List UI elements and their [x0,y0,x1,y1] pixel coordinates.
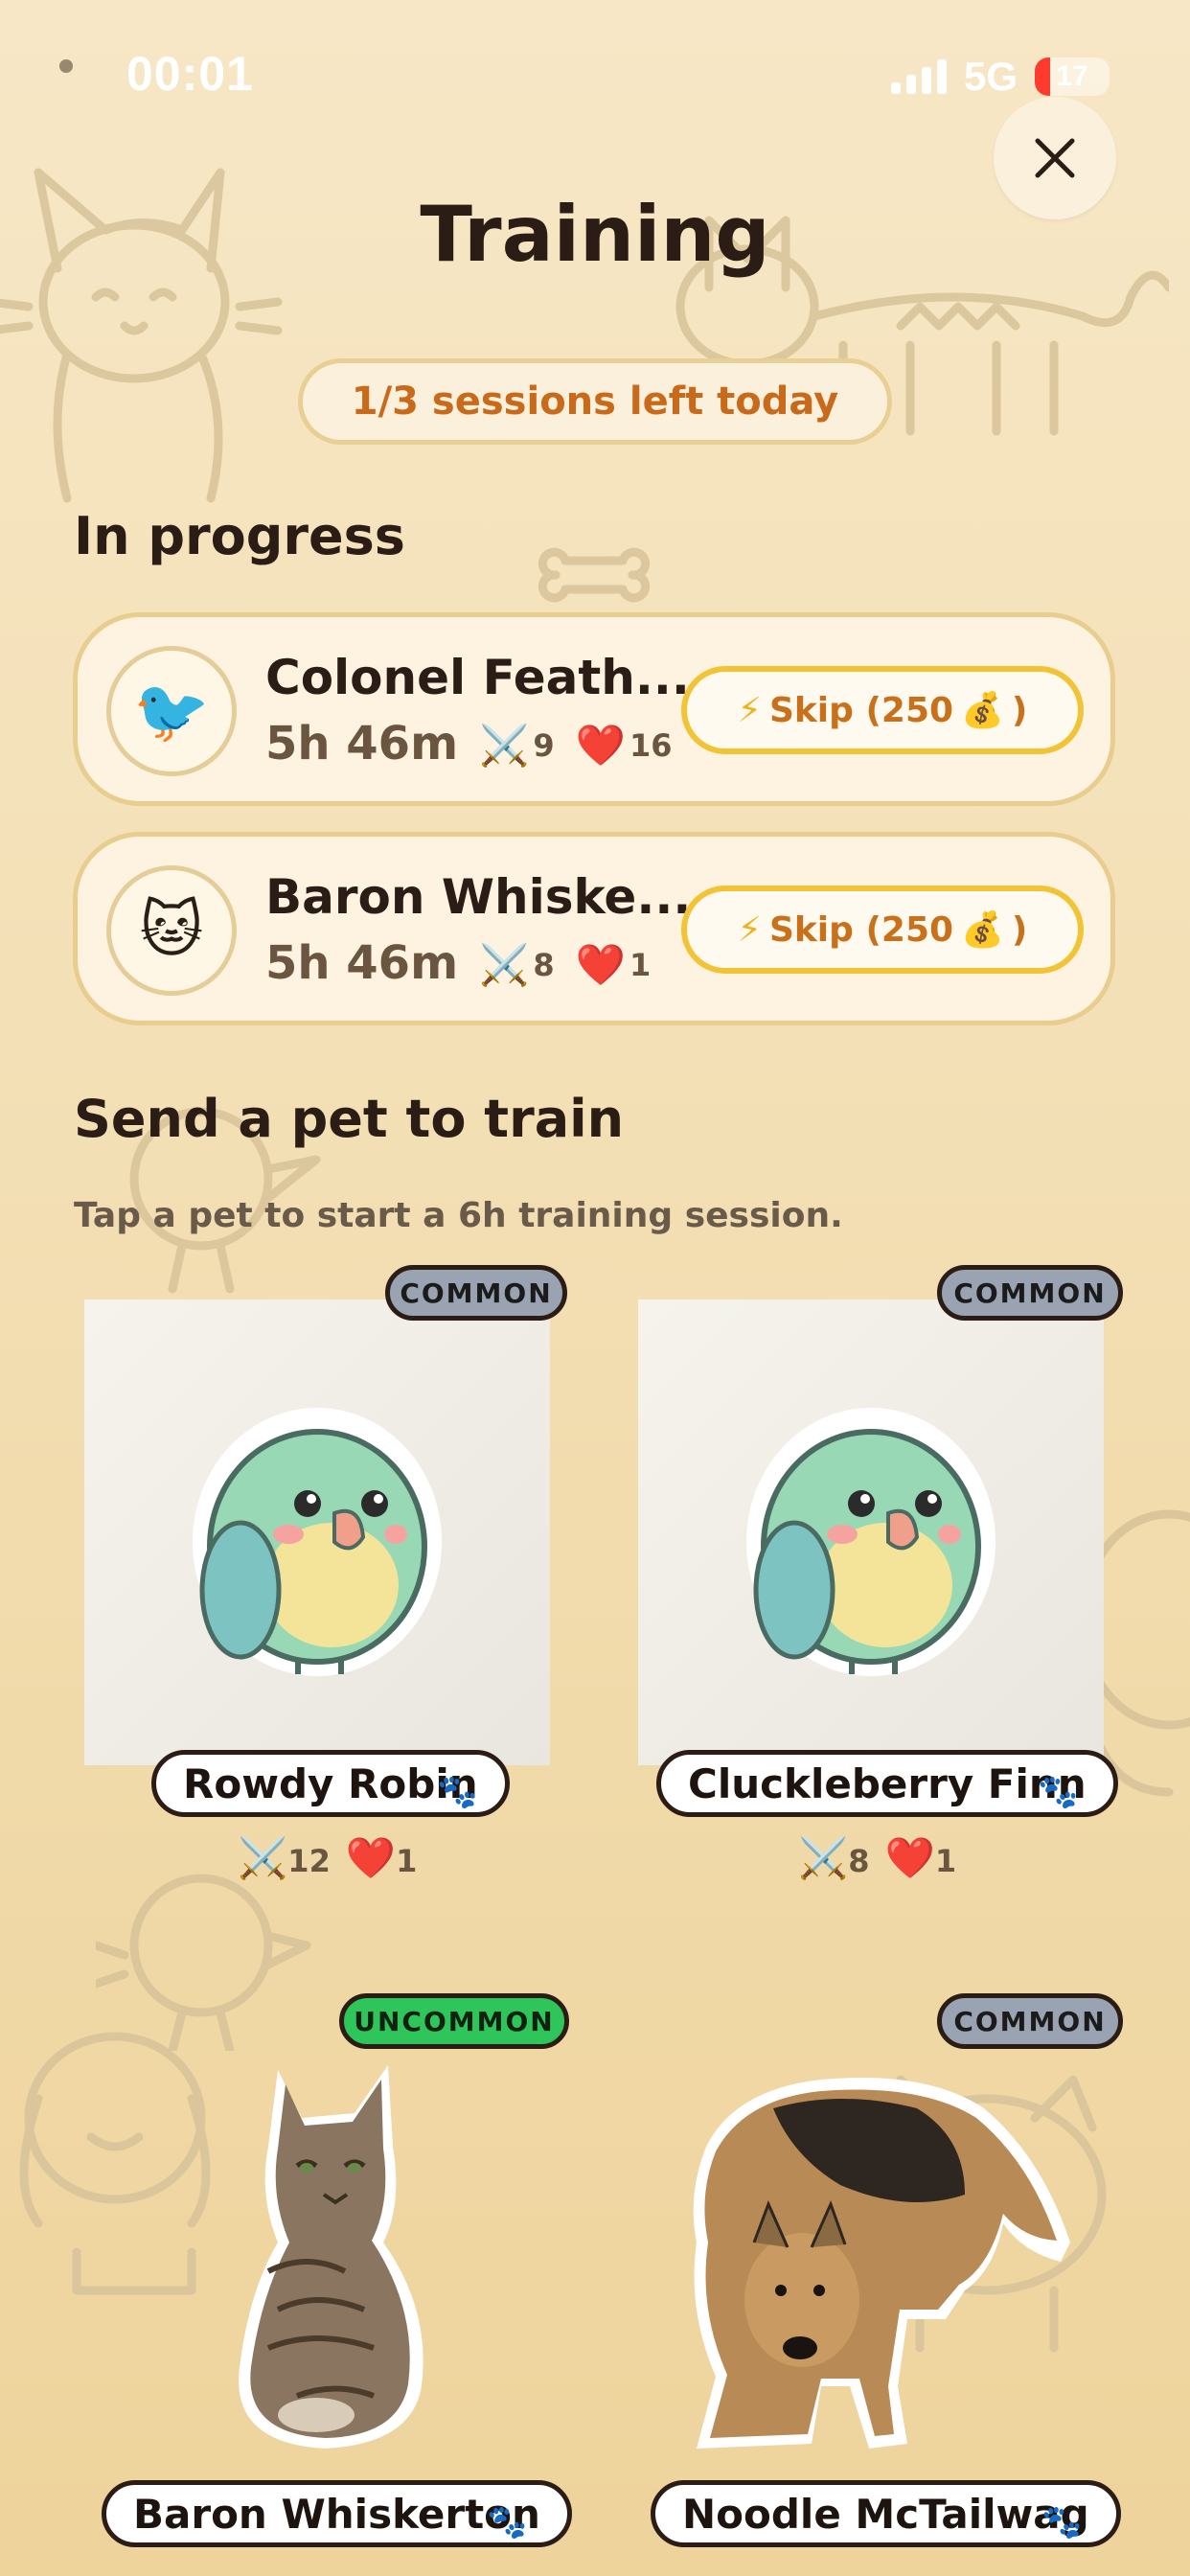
pet-stats: 5h 46m ⚔️ 8 ❤️ 1 [265,936,651,990]
in-progress-heading: In progress [74,506,405,566]
time-remaining: 5h 46m [265,936,459,990]
send-pet-heading: Send a pet to train [74,1089,625,1149]
paw-icon: 🐾 [487,2503,528,2542]
pet-stats: 5h 46m ⚔️ 9 ❤️ 16 [265,717,672,770]
page-title: Training [420,190,770,279]
pet-card-cluckleberry-finn[interactable]: COMMON Cluckleberry Finn 🐾 ⚔️8 ❤️1 [610,1265,1147,1898]
pet-name: Baron Whiske... [265,869,692,925]
time-remaining: 5h 46m [265,717,459,770]
bolt-icon: ⚡ [737,690,762,730]
attack-stat: ⚔️8 [479,941,555,988]
pet-avatar-icon: 🐱 [106,865,237,996]
heart-icon: ❤️ [884,1834,935,1881]
attack-stat: ⚔️8 [798,1834,870,1881]
swords-icon: ⚔️ [479,722,530,769]
swords-icon: ⚔️ [479,941,530,988]
pet-avatar-icon: 🐦 [106,646,237,776]
pet-name: Colonel Feath... [265,650,690,705]
pet-image [638,1300,1104,1765]
heart-icon: ❤️ [575,941,626,988]
status-indicators: 5G 17 [890,54,1110,100]
heart-icon: ❤️ [345,1834,397,1881]
swords-icon: ⚔️ [238,1834,288,1881]
camera-dot [59,59,73,73]
skip-button[interactable]: ⚡ Skip (250 💰 ) [681,886,1084,974]
swords-icon: ⚔️ [798,1834,849,1881]
tabby-cat-photo [239,2065,423,2449]
bone-doodle-icon [538,547,651,603]
pet-image [84,1300,550,1765]
money-bag-icon: 💰 [961,910,1004,950]
paw-icon: 🐾 [1041,2503,1083,2542]
health-stat: ❤️1 [345,1834,418,1881]
pet-card-baron-whiskerton[interactable]: UNCOMMON Baron Whiskerton 🐾 [57,1993,594,2576]
skip-label: Skip (250 [768,909,954,950]
rarity-badge: COMMON [937,1993,1123,2049]
paw-icon: 🐾 [1038,1773,1079,1811]
pet-card-noodle-mctailwag[interactable]: COMMON Noodle McTailwag 🐾 [610,1993,1147,2576]
training-card: 🐱 Baron Whiske... 5h 46m ⚔️ 8 ❤️ 1 ⚡ Skip … [73,832,1115,1025]
status-time: 00:01 [126,47,254,101]
send-pet-subtitle: Tap a pet to start a 6h training session… [74,1196,843,1235]
heart-icon: ❤️ [575,722,626,769]
parakeet-sticker-icon [193,1408,442,1676]
shepherd-dog-photo [693,2078,1070,2449]
attack-stat: ⚔️12 [238,1834,331,1881]
health-stat: ❤️ 16 [575,722,673,769]
network-label: 5G [963,54,1018,99]
rarity-badge: UNCOMMON [339,1993,569,2049]
training-card: 🐦 Colonel Feath... 5h 46m ⚔️ 9 ❤️ 16 ⚡ Ski… [73,612,1115,806]
parakeet-sticker-icon [746,1408,995,1676]
signal-icon [890,59,947,94]
bolt-icon: ⚡ [737,909,762,950]
attack-stat: ⚔️ 9 [479,722,555,769]
skip-label: Skip (250 [768,690,954,730]
health-stat: ❤️1 [884,1834,957,1881]
battery-icon: 17 [1035,58,1110,96]
battery-level: 17 [1056,60,1088,92]
health-stat: ❤️1 [575,941,652,988]
money-bag-icon: 💰 [961,691,1004,730]
skip-button[interactable]: ⚡ Skip (250 💰 ) [681,666,1084,754]
close-icon [1035,138,1075,178]
rarity-badge: COMMON [385,1265,567,1321]
pet-stats: ⚔️8 ❤️1 [798,1834,956,1882]
paw-icon: 🐾 [437,1773,478,1811]
pet-card-rowdy-robin[interactable]: COMMON Rowdy Robin 🐾 ⚔️12 ❤️1 [57,1265,594,1898]
sessions-left-badge: 1/3 sessions left today [298,358,892,445]
pet-stats: ⚔️12 ❤️1 [238,1834,417,1882]
rarity-badge: COMMON [937,1265,1123,1321]
